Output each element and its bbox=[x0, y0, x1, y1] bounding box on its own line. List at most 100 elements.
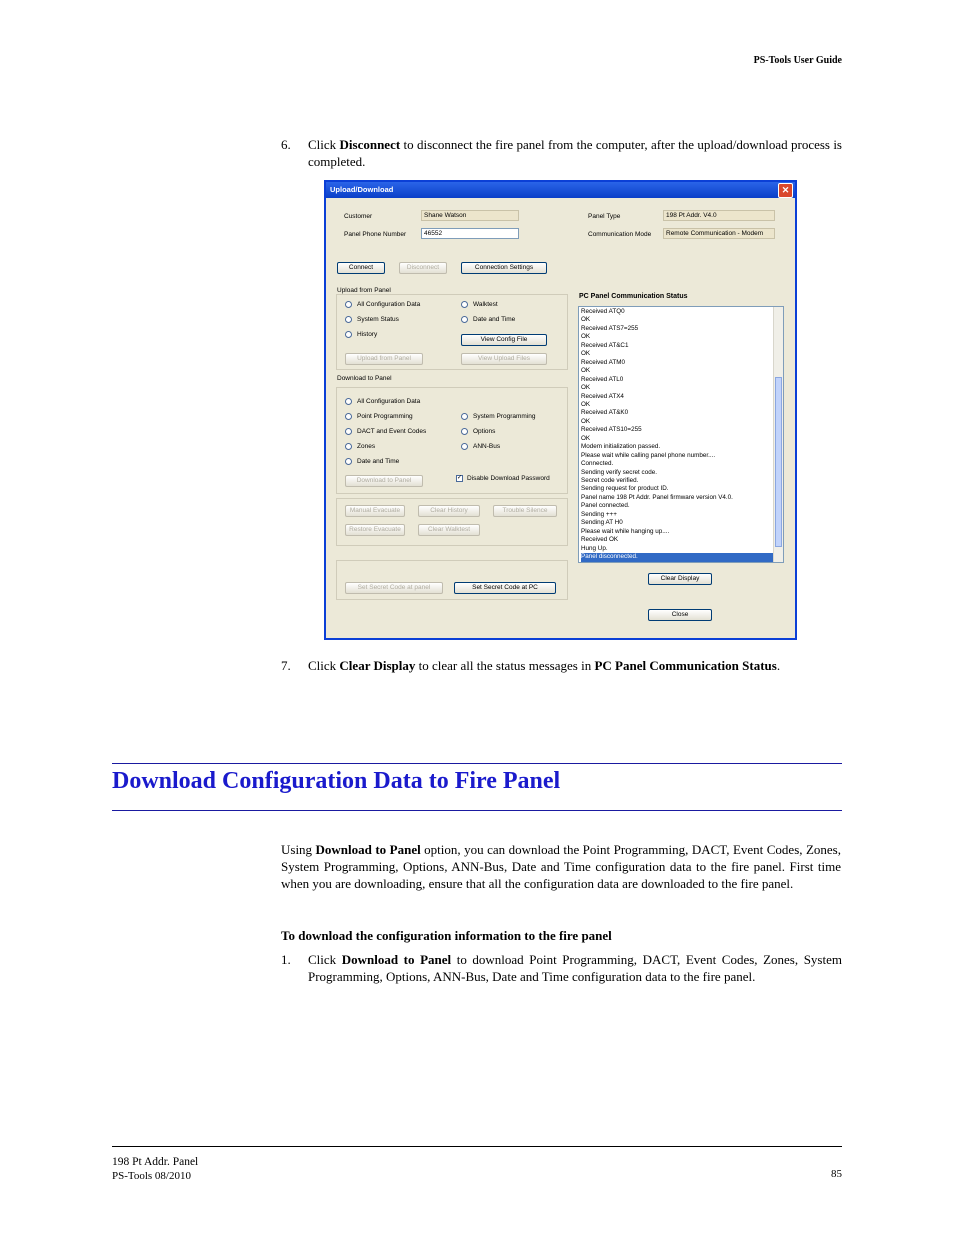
status-line[interactable]: Received ATL0 bbox=[581, 376, 623, 385]
radio-up-history[interactable] bbox=[345, 331, 352, 338]
connect-button[interactable]: Connect bbox=[337, 262, 385, 274]
status-line[interactable]: Modem initialization passed. bbox=[581, 443, 660, 452]
status-line[interactable]: OK bbox=[581, 367, 590, 376]
heading-rule-top bbox=[112, 763, 842, 764]
step-number: 6. bbox=[281, 137, 291, 152]
radio-label: Options bbox=[473, 428, 496, 435]
status-line[interactable]: Sending +++ bbox=[581, 511, 617, 520]
radio-label: ANN-Bus bbox=[473, 443, 501, 450]
secret-code-group bbox=[336, 560, 568, 600]
radio-label: DACT and Event Codes bbox=[357, 428, 427, 435]
step-7: 7. Click Clear Display to clear all the … bbox=[281, 657, 842, 674]
step-6: 6. Click Disconnect to disconnect the fi… bbox=[281, 136, 842, 172]
phone-label: Panel Phone Number bbox=[344, 231, 407, 238]
status-line[interactable]: Sending request for product ID. bbox=[581, 485, 669, 494]
disconnect-button[interactable]: Disconnect bbox=[399, 262, 447, 274]
status-line[interactable]: OK bbox=[581, 435, 590, 444]
manual-evacuate-button[interactable]: Manual Evacuate bbox=[345, 505, 405, 517]
page-number: 85 bbox=[831, 1168, 842, 1180]
radio-label: Date and Time bbox=[357, 458, 400, 465]
radio-dn-system[interactable] bbox=[461, 413, 468, 420]
connection-settings-button[interactable]: Connection Settings bbox=[461, 262, 547, 274]
customer-label: Customer bbox=[344, 213, 373, 220]
status-line[interactable]: Panel disconnected. bbox=[581, 553, 773, 562]
download-to-panel-button[interactable]: Download to Panel bbox=[345, 475, 423, 487]
status-line[interactable]: Received OK bbox=[581, 536, 618, 545]
footer-rule bbox=[112, 1146, 842, 1147]
status-line[interactable]: Secret code verified. bbox=[581, 477, 638, 486]
status-line[interactable]: Panel name 198 Pt Addr. Panel firmware v… bbox=[581, 494, 733, 503]
dialog-titlebar: Upload/Download ✕ bbox=[326, 182, 795, 198]
dialog-title: Upload/Download bbox=[330, 185, 394, 194]
clear-history-button[interactable]: Clear History bbox=[418, 505, 480, 517]
panel-type-field: 198 Pt Addr. V4.0 bbox=[663, 210, 775, 221]
radio-up-walktest[interactable] bbox=[461, 301, 468, 308]
radio-dn-options[interactable] bbox=[461, 428, 468, 435]
radio-dn-point[interactable] bbox=[345, 413, 352, 420]
view-upload-files-button[interactable]: View Upload Files bbox=[461, 353, 547, 365]
procedure-heading: To download the configuration informatio… bbox=[281, 928, 612, 943]
radio-dn-ann-bus[interactable] bbox=[461, 443, 468, 450]
status-line[interactable]: OK bbox=[581, 384, 590, 393]
status-line[interactable]: Please wait while calling panel phone nu… bbox=[581, 452, 715, 461]
step-number: 1. bbox=[281, 952, 291, 967]
status-scrollbar[interactable] bbox=[773, 307, 783, 562]
status-line[interactable]: Received AT&K0 bbox=[581, 409, 628, 418]
status-line[interactable]: Connected. bbox=[581, 460, 613, 469]
status-line[interactable]: OK bbox=[581, 333, 590, 342]
status-line[interactable]: Received ATS10=255 bbox=[581, 426, 642, 435]
status-line[interactable]: Received ATX4 bbox=[581, 393, 624, 402]
intro-paragraph: Using Download to Panel option, you can … bbox=[281, 842, 841, 891]
status-line[interactable]: Received AT&C1 bbox=[581, 342, 628, 351]
clear-display-button[interactable]: Clear Display bbox=[648, 573, 712, 585]
status-line[interactable]: OK bbox=[581, 316, 590, 325]
step-1: 1. Click Download to Panel to download P… bbox=[281, 951, 842, 987]
close-button[interactable]: Close bbox=[648, 609, 712, 621]
radio-dn-date[interactable] bbox=[345, 458, 352, 465]
status-line[interactable]: OK bbox=[581, 350, 590, 359]
customer-field[interactable]: Shane Watson bbox=[421, 210, 519, 221]
set-secret-pc-button[interactable]: Set Secret Code at PC bbox=[454, 582, 556, 594]
status-line[interactable]: OK bbox=[581, 401, 590, 410]
footer-doc: PS-Tools 08/2010 bbox=[112, 1170, 191, 1182]
step-text: Click Download to Panel to download Poin… bbox=[308, 952, 842, 984]
status-line[interactable]: OK bbox=[581, 418, 590, 427]
comm-mode-label: Communication Mode bbox=[588, 231, 652, 238]
status-line[interactable]: Received ATS7=255 bbox=[581, 325, 638, 334]
radio-dn-dact[interactable] bbox=[345, 428, 352, 435]
upload-group-label: Upload from Panel bbox=[337, 287, 391, 294]
checkbox-label: Disable Download Password bbox=[467, 475, 550, 482]
radio-label: Date and Time bbox=[473, 316, 516, 323]
disable-password-checkbox[interactable]: ✓ bbox=[456, 475, 463, 482]
radio-up-date-time[interactable] bbox=[461, 316, 468, 323]
status-line[interactable]: Sending verify secret code. bbox=[581, 469, 657, 478]
close-icon[interactable]: ✕ bbox=[778, 183, 793, 198]
upload-from-panel-button[interactable]: Upload from Panel bbox=[345, 353, 423, 365]
clear-walktest-button[interactable]: Clear Walktest bbox=[418, 524, 480, 536]
heading-rule-bottom bbox=[112, 810, 842, 811]
phone-field[interactable]: 46552 bbox=[421, 228, 519, 239]
step-number: 7. bbox=[281, 658, 291, 673]
radio-dn-all[interactable] bbox=[345, 398, 352, 405]
set-secret-panel-button[interactable]: Set Secret Code at panel bbox=[345, 582, 443, 594]
radio-up-all[interactable] bbox=[345, 301, 352, 308]
radio-up-system-status[interactable] bbox=[345, 316, 352, 323]
step-text: Click Disconnect to disconnect the fire … bbox=[308, 137, 842, 169]
status-line[interactable]: Please wait while hanging up.... bbox=[581, 528, 669, 537]
status-line[interactable]: Received ATQ0 bbox=[581, 308, 625, 317]
step-text: Click Clear Display to clear all the sta… bbox=[308, 658, 781, 673]
section-heading: Download Configuration Data to Fire Pane… bbox=[112, 768, 561, 794]
status-line[interactable]: Hung Up. bbox=[581, 545, 608, 554]
status-line[interactable]: Received ATM0 bbox=[581, 359, 625, 368]
status-list[interactable]: Received ATQ0 OK Received ATS7=255 OK Receiv… bbox=[578, 306, 784, 563]
download-group-label: Download to Panel bbox=[337, 375, 392, 382]
status-line[interactable]: Sending AT H0 bbox=[581, 519, 623, 528]
status-line[interactable]: Panel connected. bbox=[581, 502, 630, 511]
scroll-thumb[interactable] bbox=[775, 377, 782, 547]
restore-evacuate-button[interactable]: Restore Evacuate bbox=[345, 524, 405, 536]
trouble-silence-button[interactable]: Trouble Silence bbox=[493, 505, 557, 517]
view-config-file-button[interactable]: View Config File bbox=[461, 334, 547, 346]
footer-product: 198 Pt Addr. Panel bbox=[112, 1156, 199, 1168]
radio-dn-zones[interactable] bbox=[345, 443, 352, 450]
radio-label: Point Programming bbox=[357, 413, 413, 420]
